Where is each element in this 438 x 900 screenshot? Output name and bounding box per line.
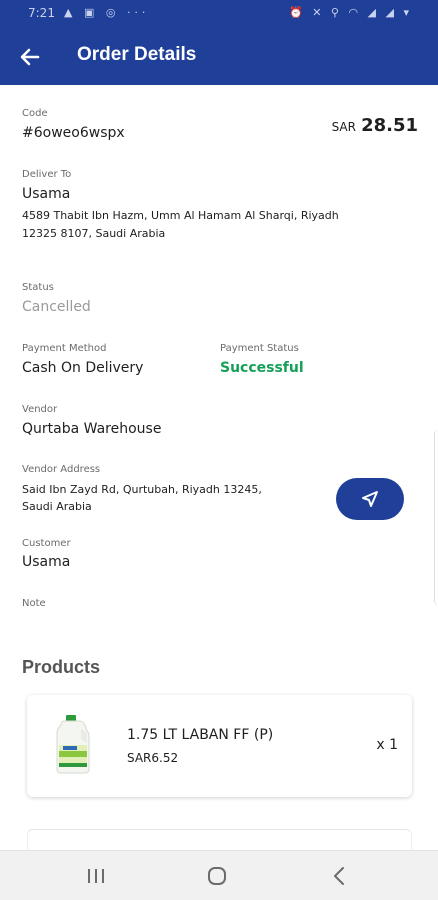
deliver-address-line1: 4589 Thabit Ibn Hazm, Umm Al Hamam Al Sh…	[22, 209, 339, 222]
vendor-address-label: Vendor Address	[22, 464, 101, 475]
customer-label: Customer	[22, 538, 71, 549]
navigation-arrow-icon	[362, 491, 378, 507]
page-title: Order Details	[77, 44, 197, 65]
back-button[interactable]	[14, 42, 46, 72]
system-navigation-bar	[0, 850, 438, 900]
vendor-name: Qurtaba Warehouse	[22, 421, 162, 437]
deliver-address-line2: 12325 8107, Saudi Arabia	[22, 227, 166, 240]
product-card[interactable]: 1.75 LT LABAN FF (P) SAR6.52 x 1	[27, 695, 412, 797]
customer-name: Usama	[22, 554, 71, 570]
edge-panel-handle[interactable]	[434, 430, 438, 605]
order-details-content: Code #6oweo6wspx SAR 28.51 Deliver To Us…	[0, 85, 438, 850]
product-quantity: x 1	[376, 737, 398, 753]
note-label: Note	[22, 598, 46, 609]
notification-icons: ▲ ▣ ◎ ···	[64, 6, 150, 19]
system-back-button[interactable]	[328, 865, 352, 887]
code-label: Code	[22, 108, 48, 119]
navigate-to-vendor-button[interactable]	[336, 478, 404, 520]
payment-method-label: Payment Method	[22, 343, 107, 354]
next-card-peek	[27, 829, 412, 850]
order-status: Cancelled	[22, 299, 91, 315]
product-name: 1.75 LT LABAN FF (P)	[127, 727, 274, 743]
app-bar: Order Details	[0, 28, 438, 85]
home-button[interactable]	[205, 865, 229, 887]
arrow-left-icon	[20, 48, 40, 66]
payment-status-label: Payment Status	[220, 343, 299, 354]
order-currency: SAR	[331, 120, 356, 134]
deliver-to-label: Deliver To	[22, 169, 72, 180]
recents-icon	[88, 869, 104, 883]
product-image	[53, 715, 93, 775]
back-chevron-icon	[334, 867, 344, 885]
deliver-name: Usama	[22, 186, 71, 202]
status-time: 7:21	[28, 6, 55, 20]
order-code: #6oweo6wspx	[22, 125, 125, 141]
vendor-address-line1: Said Ibn Zayd Rd, Qurtubah, Riyadh 13245…	[22, 483, 262, 496]
payment-method: Cash On Delivery	[22, 360, 144, 376]
payment-status: Successful	[220, 360, 304, 376]
vendor-address-line2: Saudi Arabia	[22, 500, 92, 513]
order-total: SAR 28.51	[332, 115, 418, 136]
status-label: Status	[22, 282, 54, 293]
vendor-label: Vendor	[22, 404, 58, 415]
product-price: SAR6.52	[127, 751, 179, 765]
recents-button[interactable]	[84, 865, 108, 887]
status-bar: 7:21 ▲ ▣ ◎ ··· ⏰ ✕ ⚲ ◠ ◢ ◢ ▾	[0, 0, 438, 28]
home-icon	[208, 867, 226, 885]
system-status-icons: ⏰ ✕ ⚲ ◠ ◢ ◢ ▾	[289, 6, 412, 19]
order-total-value: 28.51	[361, 115, 418, 136]
products-title: Products	[22, 657, 101, 677]
